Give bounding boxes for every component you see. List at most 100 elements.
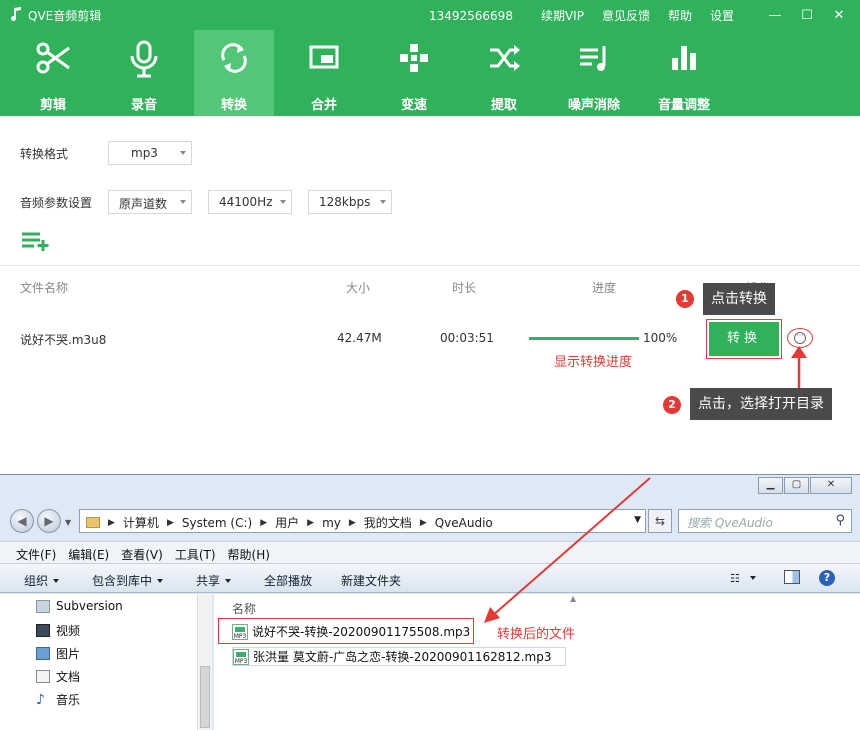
chevron-down-icon <box>225 579 232 583</box>
tool-cut[interactable]: 剪辑 <box>13 30 93 116</box>
main-toolbar: 剪辑 录音 转换 合并 变速 提取 噪声消除 音量调整 <box>0 30 860 116</box>
scrollbar-thumb[interactable] <box>200 666 210 728</box>
nav-item-music[interactable]: ♪ 音乐 <box>36 691 80 708</box>
tool-merge[interactable]: 合并 <box>284 30 364 116</box>
menu-help[interactable]: 帮助 <box>668 7 692 24</box>
progress-fill <box>529 337 639 340</box>
menu-renew-vip[interactable]: 续期VIP <box>541 7 584 24</box>
mp3-file-icon: MP3 <box>232 623 248 640</box>
menu-feedback[interactable]: 意见反馈 <box>602 7 650 24</box>
merge-icon <box>309 45 339 69</box>
tool-noise-removal[interactable]: 噪声消除 <box>554 30 634 116</box>
new-folder-button[interactable]: 新建文件夹 <box>341 572 401 589</box>
maximize-button[interactable]: ☐ <box>800 8 814 23</box>
sample-rate-value: 44100Hz <box>219 195 273 209</box>
share-button[interactable]: 共享 <box>196 572 232 589</box>
document-icon <box>36 670 50 683</box>
music-note-icon <box>10 7 22 24</box>
file-size: 42.47M <box>337 331 382 345</box>
explorer-window-buttons: ▁ ▢ ✕ <box>758 477 852 494</box>
format-select[interactable]: mp3 <box>108 141 192 165</box>
app-window: QVE音频剪辑 13492566698 续期VIP 意见反馈 帮助 设置 — ☐… <box>0 0 860 730</box>
nav-item-videos[interactable]: 视频 <box>36 622 80 639</box>
scissors-icon <box>36 42 70 74</box>
progress-percent: 100% <box>643 331 678 345</box>
nav-item-subversion[interactable]: Subversion <box>36 599 123 613</box>
nav-item-label: 视频 <box>56 624 81 638</box>
sample-rate-select[interactable]: 44100Hz <box>208 190 292 214</box>
organize-label: 组织 <box>24 574 49 588</box>
menu-help[interactable]: 帮助(H) <box>222 542 276 563</box>
app-title-group: QVE音频剪辑 <box>10 7 101 24</box>
explorer-minimize-button[interactable]: ▁ <box>758 477 783 494</box>
back-button[interactable]: ◀ <box>10 509 34 533</box>
bitrate-value: 128kbps <box>319 195 371 209</box>
view-options-button[interactable]: ☷ <box>730 572 756 585</box>
tool-convert[interactable]: 转换 <box>194 30 274 116</box>
list-item[interactable]: MP3 张洪量 莫文蔚-广岛之恋-转换-20200901162812.mp3 <box>232 647 567 666</box>
menu-file[interactable]: 文件(F) <box>10 542 62 563</box>
more-options-button[interactable]: ··· <box>794 332 806 344</box>
list-item[interactable]: MP3 说好不哭-转换-20200901175508.mp3 <box>232 623 470 640</box>
subversion-icon <box>36 599 50 613</box>
convert-button-highlight: 转换 <box>706 319 782 359</box>
tool-record[interactable]: 录音 <box>104 30 184 116</box>
tool-speed[interactable]: 变速 <box>374 30 454 116</box>
nav-item-label: 图片 <box>56 647 81 661</box>
explorer-menubar: 文件(F) 编辑(E) 查看(V) 工具(T) 帮助(H) <box>0 541 860 563</box>
add-file-button[interactable] <box>22 231 50 254</box>
breadcrumb-item[interactable]: System (C:) <box>182 516 252 530</box>
microphone-icon <box>130 40 158 78</box>
search-input[interactable]: 搜索 QveAudio ⚲ <box>678 509 852 533</box>
breadcrumb-item[interactable]: 我的文档 <box>364 514 412 531</box>
breadcrumb-item[interactable]: my <box>322 516 341 530</box>
menu-tools[interactable]: 工具(T) <box>169 542 222 563</box>
channel-value: 原声道数 <box>119 197 168 211</box>
play-all-button[interactable]: 全部播放 <box>264 572 312 589</box>
include-library-label: 包含到库中 <box>92 574 153 588</box>
menu-view[interactable]: 查看(V) <box>115 542 169 563</box>
phone-number: 13492566698 <box>428 8 513 23</box>
breadcrumb: ▶ 计算机 ▶ System (C:) ▶ 用户 ▶ my ▶ 我的文档 ▶ Q… <box>86 514 493 531</box>
file-name: 说好不哭-转换-20200901175508.mp3 <box>252 625 471 639</box>
tool-label: 转换 <box>220 98 247 113</box>
channel-select[interactable]: 原声道数 <box>108 190 192 214</box>
tool-label: 变速 <box>400 98 427 113</box>
divider <box>0 265 860 266</box>
explorer-close-button[interactable]: ✕ <box>810 477 852 494</box>
step2-tooltip: 点击，选择打开目录 <box>690 388 832 420</box>
title-menu: 13492566698 续期VIP 意见反馈 帮助 设置 — ☐ ✕ <box>429 7 846 24</box>
format-value: mp3 <box>131 146 158 160</box>
nav-item-documents[interactable]: 文档 <box>36 668 80 685</box>
chevron-down-icon <box>749 576 756 580</box>
history-dropdown-icon[interactable]: ▼ <box>65 518 71 527</box>
minimize-button[interactable]: — <box>768 8 782 23</box>
tool-label: 剪辑 <box>39 98 66 113</box>
col-header-size: 大小 <box>346 281 371 295</box>
col-header-name[interactable]: 名称 <box>232 600 256 617</box>
progress-bar <box>529 337 639 340</box>
breadcrumb-separator-icon: ▶ <box>307 517 315 528</box>
breadcrumb-item[interactable]: 计算机 <box>123 514 159 531</box>
music-note-icon: ♪ <box>36 691 45 708</box>
nav-item-pictures[interactable]: 图片 <box>36 645 80 662</box>
mp3-icon-label: MP3 <box>233 632 247 640</box>
navigation-pane: Subversion 视频 图片 文档 ♪ 音乐 <box>0 594 212 730</box>
menu-settings[interactable]: 设置 <box>710 7 734 24</box>
chevron-down-icon <box>180 151 186 155</box>
tool-extract[interactable]: 提取 <box>464 30 544 116</box>
convert-button[interactable]: 转换 <box>709 322 779 356</box>
preview-pane-button[interactable] <box>784 570 800 587</box>
close-button[interactable]: ✕ <box>832 8 846 23</box>
nav-scrollbar[interactable] <box>197 594 212 730</box>
include-library-button[interactable]: 包含到库中 <box>92 572 164 589</box>
format-label: 转换格式 <box>20 147 69 161</box>
tool-volume[interactable]: 音量调整 <box>644 30 724 116</box>
forward-button[interactable]: ▶ <box>37 509 61 533</box>
help-button[interactable]: ? <box>819 570 835 586</box>
organize-button[interactable]: 组织 <box>24 572 60 589</box>
bitrate-select[interactable]: 128kbps <box>308 190 392 214</box>
menu-edit[interactable]: 编辑(E) <box>62 542 115 563</box>
breadcrumb-item[interactable]: 用户 <box>275 514 299 531</box>
explorer-maximize-button[interactable]: ▢ <box>784 477 809 494</box>
